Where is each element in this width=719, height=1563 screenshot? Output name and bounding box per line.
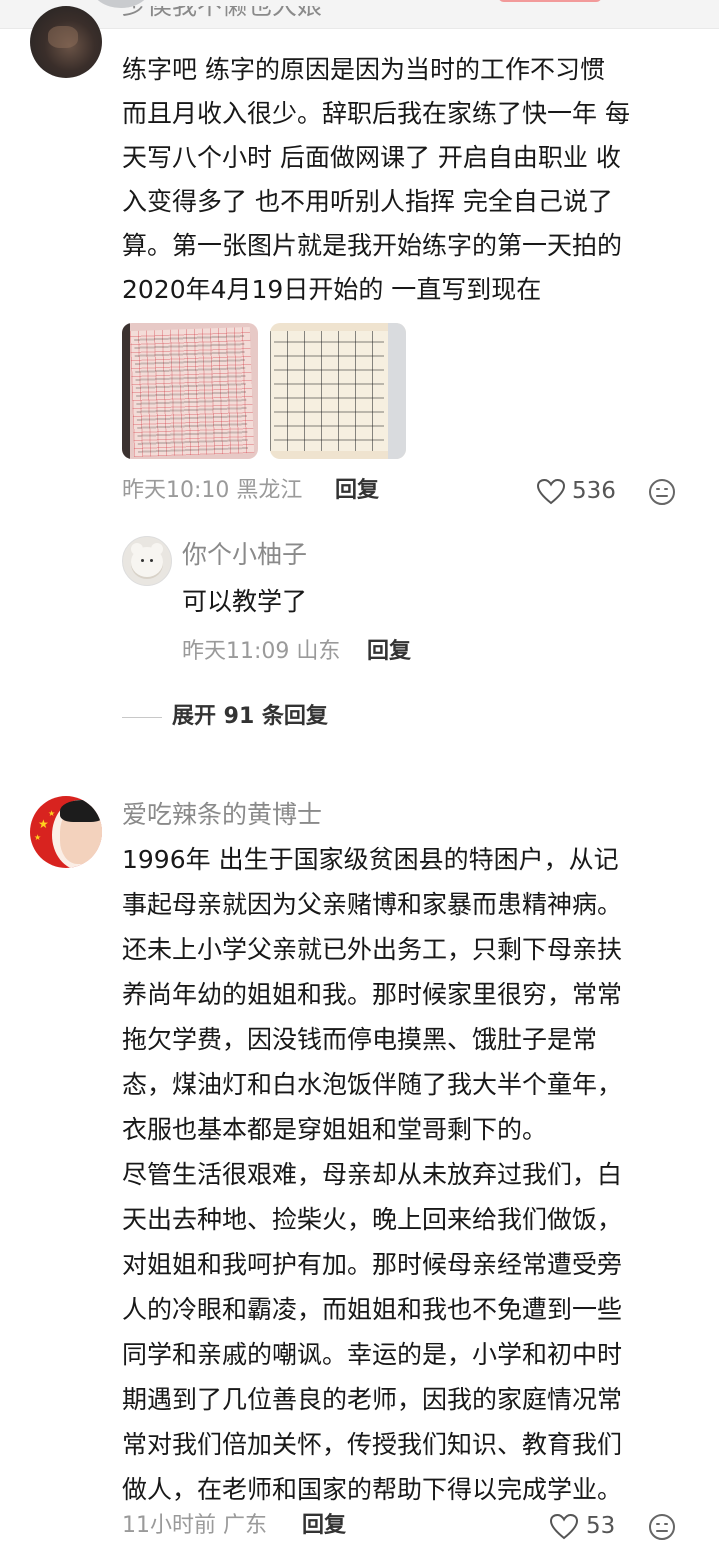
reply-button[interactable]: 回复 [335, 477, 379, 505]
comment-text-line: 对姐姐和我呵护有加。那时候母亲经常遭受旁 [122, 1250, 623, 1279]
comment-text-line: 尽管生活很艰难，母亲却从未放弃过我们，白 [122, 1160, 623, 1189]
comment-text-line: 2020年4月19日开始的 一直写到现在 [122, 275, 542, 304]
heart-outline-icon[interactable] [536, 478, 566, 506]
comment-text-line: 做人，在老师和国家的帮助下得以完成学业。 [122, 1475, 623, 1504]
comment-timestamp-location: 昨天10:10 黑龙江 [122, 478, 303, 503]
comment-text-line: 算。第一张图片就是我开始练字的第一天拍的 [122, 231, 623, 260]
comment-text-line: 天出去种地、捡柴火，晚上回来给我们做饭， [122, 1205, 623, 1234]
like-count: 536 [572, 478, 616, 504]
reply-timestamp-location: 昨天11:09 山东 [182, 639, 341, 664]
comment-username[interactable]: 少侯我不懒也大娘 [122, 6, 322, 34]
comment-text-line: 期遇到了几位善良的老师，因我的家庭情况常 [122, 1385, 623, 1414]
comment-username[interactable]: 爱吃辣条的黄博士 [122, 800, 322, 830]
comment-image-thumbnail[interactable] [122, 323, 258, 459]
comment-text-line: 还未上小学父亲就已外出务工，只剩下母亲扶 [122, 935, 623, 964]
comment-text-line: 入变得多了 也不用听别人指挥 完全自己说了 [122, 187, 613, 216]
top-status-strip [0, 0, 719, 29]
comment-text-line: 而且月收入很少。辞职后我在家练了快一年 每 [122, 99, 630, 128]
comment-text-line: 常对我们倍加关怀，传授我们知识、教育我们 [122, 1430, 623, 1459]
heart-outline-icon[interactable] [549, 1513, 579, 1541]
divider [122, 717, 162, 718]
avatar[interactable] [30, 6, 102, 78]
comment-text-line: 1996年 出生于国家级贫困县的特困户，从记 [122, 845, 619, 874]
avatar[interactable]: ★ ★ ★ [30, 796, 102, 868]
avatar[interactable] [122, 536, 172, 586]
comment-image-thumbnail[interactable] [270, 323, 406, 459]
reply-username[interactable]: 你个小柚子 [182, 540, 307, 570]
reply-button[interactable]: 回复 [367, 638, 411, 666]
comment-timestamp-location: 11小时前 广东 [122, 1513, 267, 1538]
reply-button[interactable]: 回复 [302, 1512, 346, 1540]
comment-text-line: 衣服也基本都是穿姐姐和堂哥剩下的。 [122, 1115, 548, 1144]
comment-text-line: 练字吧 练字的原因是因为当时的工作不习惯 [122, 55, 605, 84]
comment-text-line: 态，煤油灯和白水泡饭伴随了我大半个童年， [122, 1070, 623, 1099]
comment-text-line: 天写八个小时 后面做网课了 开启自由职业 收 [122, 143, 621, 172]
comment-text-line: 事起母亲就因为父亲赌博和家暴而患精神病。 [122, 890, 623, 919]
comment-text-line: 同学和亲戚的嘲讽。幸运的是，小学和初中时 [122, 1340, 623, 1369]
emoji-face-icon[interactable] [648, 1513, 676, 1541]
reply-text: 可以教学了 [182, 587, 308, 616]
expand-replies-button[interactable]: 展开 91 条回复 [172, 703, 328, 731]
comment-text-line: 拖欠学费，因没钱而停电摸黑、饿肚子是常 [122, 1025, 598, 1054]
comment-text-line: 人的冷眼和霸凌，而姐姐和我也不免遭到一些 [122, 1295, 623, 1324]
cropped-button [498, 0, 602, 2]
emoji-face-icon[interactable] [648, 478, 676, 506]
comment-text-line: 养尚年幼的姐姐和我。那时候家里很穷，常常 [122, 980, 623, 1009]
like-count: 53 [586, 1513, 616, 1539]
